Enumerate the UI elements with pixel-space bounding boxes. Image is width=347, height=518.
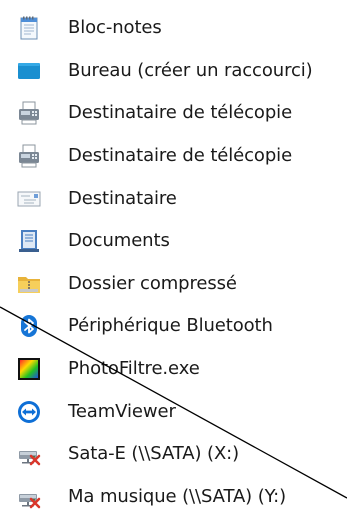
desktop-icon: [16, 58, 42, 84]
menu-item-label: Ma musique (\\SATA) (Y:): [68, 485, 287, 507]
zip-folder-icon: [16, 271, 42, 297]
menu-item-label: PhotoFiltre.exe: [68, 358, 200, 380]
menu-item-label: Destinataire de télécopie: [68, 145, 293, 167]
menu-item-photofiltre[interactable]: PhotoFiltre.exe: [0, 348, 347, 391]
menu-item-bureau[interactable]: Bureau (créer un raccourci): [0, 50, 347, 93]
fax-icon: [16, 100, 42, 126]
menu-item-label: Documents: [68, 230, 170, 252]
menu-item-documents[interactable]: Documents: [0, 220, 347, 263]
photofiltre-icon: [16, 356, 42, 382]
menu-item-mail-recipient[interactable]: Destinataire: [0, 177, 347, 220]
menu-item-label: TeamViewer: [68, 400, 176, 422]
menu-item-label: Destinataire de télécopie: [68, 102, 293, 124]
menu-item-label: Bloc-notes: [68, 17, 162, 39]
disconnected-network-drive-icon: [16, 441, 42, 467]
menu-item-fax-recipient[interactable]: Destinataire de télécopie: [0, 135, 347, 178]
mail-recipient-icon: [16, 186, 42, 212]
send-to-menu: Bloc-notes Bureau (créer un raccourci) D…: [0, 7, 347, 518]
menu-item-network-drive-x[interactable]: Sata-E (\\SATA) (X:): [0, 433, 347, 476]
menu-item-label: Destinataire: [68, 187, 177, 209]
menu-item-network-drive-y[interactable]: Ma musique (\\SATA) (Y:): [0, 476, 347, 518]
menu-item-teamviewer[interactable]: TeamViewer: [0, 390, 347, 433]
fax-icon: [16, 143, 42, 169]
menu-item-bloc-notes[interactable]: Bloc-notes: [0, 7, 347, 50]
bluetooth-icon: [16, 313, 42, 339]
menu-item-label: Dossier compressé: [68, 272, 237, 294]
menu-item-label: Bureau (créer un raccourci): [68, 59, 313, 81]
menu-item-label: Périphérique Bluetooth: [68, 315, 273, 337]
menu-item-label: Sata-E (\\SATA) (X:): [68, 443, 240, 465]
notepad-icon: [16, 15, 42, 41]
menu-item-compressed-folder[interactable]: Dossier compressé: [0, 263, 347, 306]
menu-item-fax-recipient[interactable]: Destinataire de télécopie: [0, 92, 347, 135]
disconnected-network-drive-icon: [16, 484, 42, 510]
menu-item-bluetooth-device[interactable]: Périphérique Bluetooth: [0, 305, 347, 348]
teamviewer-icon: [16, 399, 42, 425]
documents-icon: [16, 228, 42, 254]
